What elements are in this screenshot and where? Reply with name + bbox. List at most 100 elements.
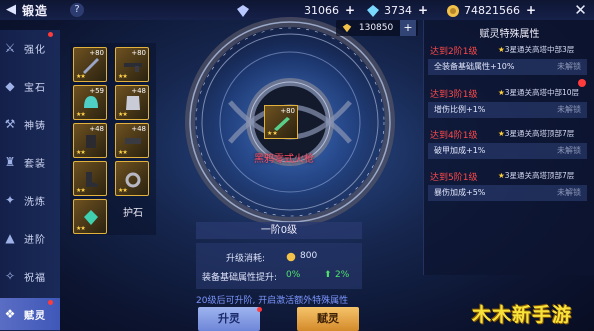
menu-label: 宝石 — [24, 83, 46, 94]
back-button[interactable]: ◀ — [0, 0, 22, 20]
equipment-slot[interactable]: +80 ★★ — [115, 47, 149, 82]
panel-title: 赋灵特殊属性 — [479, 29, 540, 40]
item-stars: ★★ — [118, 111, 128, 118]
advance-icon: ▲ — [5, 231, 15, 245]
menu-item-enhance[interactable]: ⚔ 强化 — [0, 32, 60, 64]
notification-dot — [48, 32, 53, 37]
coin-icon — [447, 5, 459, 17]
equipment-slot[interactable]: +48 ★★ — [73, 123, 107, 158]
equipment-slot[interactable]: ★★ — [115, 161, 149, 196]
menu-item-spirit[interactable]: ❖ 赋灵 — [0, 298, 60, 330]
lock-status: 未解锁 — [557, 62, 581, 71]
bless-icon: ✧ — [4, 269, 16, 283]
refine-icon: ✦ — [4, 193, 16, 207]
menu-label: 赋灵 — [24, 311, 46, 322]
notification-dot — [257, 307, 262, 312]
coin-currency: 74821566 + — [446, 2, 536, 18]
attribute-effect: 全装备基础属性+10% — [434, 62, 515, 71]
attribute-tier: 达到3阶1级 — [430, 90, 478, 100]
cost-label: 升级消耗: — [226, 254, 266, 264]
item-stars: ★★ — [118, 73, 128, 80]
equipment-slot[interactable]: ★★ — [73, 161, 107, 196]
equipment-slot[interactable]: +80 ★★ — [73, 47, 107, 82]
selected-item-name: 黑鸦零式火枪 — [254, 154, 314, 165]
attribute-condition: ★3星通关高塔中部10层 — [498, 88, 580, 97]
armor-icon — [126, 96, 140, 110]
attribute-condition: ★3星通关高塔顶部7层 — [498, 171, 575, 180]
menu-label: 洗炼 — [24, 197, 46, 208]
next-increase-value: 2% — [335, 270, 350, 280]
lock-status: 未解锁 — [557, 188, 581, 197]
attribute-tier: 达到5阶1级 — [430, 173, 478, 183]
attribute-entry: 达到2阶1级 ★3星通关高塔中部3层 全装备基础属性+10% 未解锁 — [428, 44, 591, 84]
attribute-effect-box: 破甲加成+1% 未解锁 — [428, 143, 587, 159]
page-title: 锻造 — [22, 4, 49, 18]
ascend-button[interactable]: 升灵 — [198, 307, 260, 331]
secondary-diamond-value: 130850 — [358, 23, 394, 33]
selected-item-slot[interactable]: +80 ★★ — [264, 105, 298, 139]
item-stars: ★★ — [76, 73, 86, 80]
spirit-icon: ❖ — [4, 307, 16, 321]
helmet-icon — [84, 96, 98, 108]
current-increase-value: 0% — [286, 270, 301, 280]
armor-icon: ♜ — [4, 155, 16, 169]
add-coin-button[interactable]: + — [526, 3, 536, 17]
menu-label: 套装 — [24, 159, 46, 170]
side-menu: ⚔ 强化 ◆ 宝石 ⚒ 神铸 ♜ 套装 ✦ 洗炼 ▲ 进阶 ✧ 祝福 ❖ 赋灵 — [0, 30, 60, 331]
belt-icon — [125, 138, 141, 144]
menu-item-refine[interactable]: ✦ 洗炼 — [0, 184, 60, 216]
sword-icon: ⚔ — [4, 41, 16, 55]
equipment-slot[interactable]: +59 ★★ — [73, 85, 107, 120]
add-secondary-diamond-button[interactable]: + — [400, 20, 416, 36]
item-stars: ★★ — [118, 149, 128, 156]
attribute-entry: 达到3阶1级 ★3星通关高塔中部10层 增伤比例+1% 未解锁 — [428, 79, 591, 127]
item-stars: ★★ — [76, 111, 86, 118]
menu-label: 祝福 — [24, 273, 46, 284]
ring-icon — [125, 172, 141, 188]
gauntlet-icon — [86, 135, 96, 148]
item-stars: ★★ — [76, 149, 86, 156]
attribute-condition: ★3星通关高塔顶部7层 — [498, 129, 575, 138]
attribute-increase-label: 装备基础属性提升: — [202, 273, 278, 283]
fuse-spirit-button[interactable]: 赋灵 — [297, 307, 359, 331]
coin-icon — [286, 252, 296, 262]
diamond-icon — [342, 23, 352, 32]
item-stars: ★★ — [76, 225, 86, 232]
equipment-slot[interactable]: ★★ — [73, 199, 107, 234]
item-stars: ★★ — [118, 187, 128, 194]
attribute-tier: 达到4阶1级 — [430, 131, 478, 141]
equipment-slot[interactable]: +48 ★★ — [115, 123, 149, 158]
attribute-effect: 破甲加成+1% — [434, 146, 486, 155]
menu-label: 神铸 — [24, 121, 46, 132]
item-stars: ★★ — [267, 130, 278, 137]
attribute-effect: 增伤比例+1% — [434, 105, 486, 114]
anvil-icon: ⚒ — [4, 117, 16, 131]
protect-stone-slot[interactable]: 护石 — [115, 198, 151, 230]
upgrade-hint: 20级后可升阶, 开启激活额外特殊属性 — [196, 296, 349, 306]
menu-item-set[interactable]: ♜ 套装 — [0, 146, 60, 178]
lock-status: 未解锁 — [557, 105, 581, 114]
attribute-effect-box: 暴伤加成+5% 未解锁 — [428, 185, 587, 201]
cost-value: 800 — [300, 251, 318, 261]
menu-item-advance[interactable]: ▲ 进阶 — [0, 222, 60, 254]
notification-dot — [578, 79, 586, 87]
attribute-entry: 达到5阶1级 ★3星通关高塔顶部7层 暴伤加成+5% 未解锁 — [428, 170, 591, 210]
menu-item-divine-forge[interactable]: ⚒ 神铸 — [0, 108, 60, 140]
attribute-condition: ★3星通关高塔中部3层 — [498, 45, 575, 54]
help-button[interactable]: ? — [70, 3, 84, 17]
menu-item-bless[interactable]: ✧ 祝福 — [0, 260, 60, 292]
equipment-slot[interactable]: +48 ★★ — [115, 85, 149, 120]
menu-item-gem[interactable]: ◆ 宝石 — [0, 70, 60, 102]
lock-status: 未解锁 — [557, 146, 581, 155]
close-button[interactable]: ✕ — [567, 0, 594, 20]
special-attributes-panel: 赋灵特殊属性 达到2阶1级 ★3星通关高塔中部3层 全装备基础属性+10% 未解… — [423, 20, 594, 275]
attribute-tier: 达到2阶1级 — [430, 47, 478, 57]
upgrade-cost-panel: 升级消耗: 800 装备基础属性提升: 0% ⬆ 2% — [196, 243, 362, 289]
stage-label: 一阶0级 — [196, 222, 362, 239]
coin-value: 74821566 — [464, 4, 520, 17]
amulet-icon — [84, 210, 98, 225]
attribute-entry: 达到4阶1级 ★3星通关高塔顶部7层 破甲加成+1% 未解锁 — [428, 128, 591, 168]
attribute-effect-box: 全装备基础属性+10% 未解锁 — [428, 59, 587, 75]
up-arrow-icon: ⬆ — [324, 270, 332, 280]
notification-dot — [48, 300, 53, 305]
